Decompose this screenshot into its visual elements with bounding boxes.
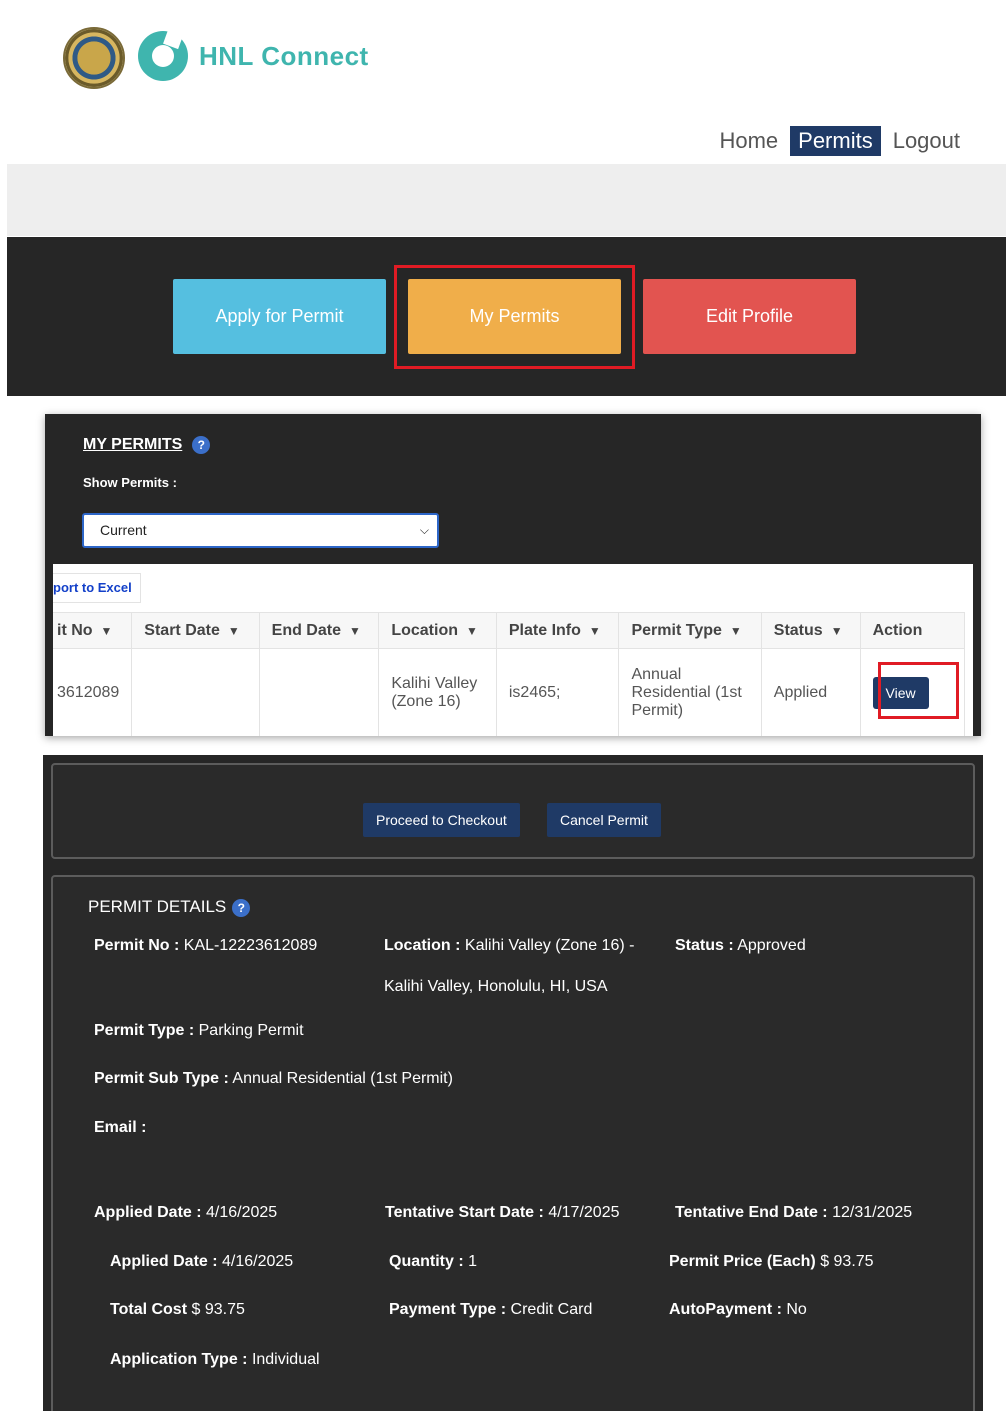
filter-icon: ▼ [729,623,742,638]
col-status[interactable]: Status ▼ [761,612,861,649]
proceed-to-checkout-button[interactable]: Proceed to Checkout [363,803,520,837]
chevron-down-icon: ⌵ [419,523,429,537]
my-permits-panel: MY PERMITS? Show Permits : Current ⌵ por… [45,414,981,736]
cell-plate-info: is2465; [496,648,620,736]
filter-icon: ▼ [348,623,361,638]
cell-start-date [131,648,260,736]
permit-details-panel: Proceed to Checkout Cancel Permit PERMIT… [43,755,983,1411]
field-permit-sub-type: Permit Sub Type : Annual Residential (1s… [94,1070,453,1087]
site-header: HNL Connect Home Permits Logout Apply fo… [7,7,1006,396]
field-autopayment: AutoPayment : No [669,1301,807,1318]
export-to-excel-button[interactable]: port to Excel [53,573,141,603]
nav-logout[interactable]: Logout [885,126,968,156]
my-permits-title: MY PERMITS? [83,436,211,454]
col-plate-info[interactable]: Plate Info ▼ [496,612,620,649]
help-icon[interactable]: ? [232,898,251,917]
filter-icon: ▼ [830,623,843,638]
apply-for-permit-button[interactable]: Apply for Permit [173,279,386,354]
field-location: Location : Kalihi Valley (Zone 16) - [384,937,635,954]
col-location[interactable]: Location ▼ [378,612,497,649]
highlight-box [878,662,959,719]
nav-permits[interactable]: Permits [790,126,881,156]
cell-location: Kalihi Valley (Zone 16) [378,648,497,736]
filter-icon: ▼ [100,623,113,638]
cell-end-date [259,648,380,736]
city-seal-logo [63,27,125,89]
table-row: 3612089 Kalihi Valley (Zone 16) is2465; … [53,648,966,736]
highlight-box [394,265,635,369]
field-total-cost: Total Cost $ 93.75 [110,1301,245,1318]
field-email: Email : [94,1119,147,1136]
filter-icon: ▼ [466,623,478,638]
field-application-type: Application Type : Individual [110,1351,320,1368]
field-status: Status : Approved [675,937,806,954]
field-permit-type: Permit Type : Parking Permit [94,1022,304,1039]
hnl-connect-logo-icon [138,24,188,81]
table-header-row: it No ▼ Start Date ▼ End Date ▼ Location ▼ P… [53,612,966,649]
permits-table-area: port to Excel it No ▼ Start Date ▼ End Dat… [53,564,973,736]
field-permit-no: Permit No : KAL-12223612089 [94,937,318,954]
field-tentative-end-date: Tentative End Date : 12/31/2025 [675,1204,913,1221]
header-band [7,164,1006,236]
filter-icon: ▼ [227,623,240,638]
checkout-card: Proceed to Checkout Cancel Permit [51,763,975,859]
permits-table: it No ▼ Start Date ▼ End Date ▼ Location ▼ P… [53,612,966,736]
field-location-line2: Kalihi Valley, Honolulu, HI, USA [384,978,608,995]
field-permit-price: Permit Price (Each) $ 93.75 [669,1253,874,1270]
field-quantity: Quantity : 1 [389,1253,478,1270]
field-tentative-start-date: Tentative Start Date : 4/17/2025 [385,1204,620,1221]
help-icon[interactable]: ? [192,436,211,454]
edit-profile-button[interactable]: Edit Profile [643,279,856,354]
brand-name: HNL Connect [199,41,369,71]
cell-permit-type: Annual Residential (1st Permit) [618,648,762,736]
show-permits-select[interactable]: Current ⌵ [82,513,439,548]
cell-permit-no: 3612089 [53,648,133,736]
filter-icon: ▼ [588,623,601,638]
cancel-permit-button[interactable]: Cancel Permit [547,803,661,837]
select-value: Current [100,522,147,538]
details-card: PERMIT DETAILS? Permit No : KAL-12223612… [51,875,975,1411]
nav-home[interactable]: Home [711,126,786,156]
col-permit-type[interactable]: Permit Type ▼ [618,612,762,649]
field-applied-date-2: Applied Date : 4/16/2025 [110,1253,294,1270]
action-bar: Apply for Permit My Permits Edit Profile [7,237,1006,396]
col-end-date[interactable]: End Date ▼ [259,612,380,649]
col-action: Action [860,612,966,649]
show-permits-label: Show Permits : [83,475,177,490]
main-nav: Home Permits Logout [711,126,968,156]
permit-details-title: PERMIT DETAILS? [88,897,251,917]
field-payment-type: Payment Type : Credit Card [389,1301,593,1318]
cell-status: Applied [761,648,861,736]
col-start-date[interactable]: Start Date ▼ [131,612,260,649]
col-permit-no[interactable]: it No ▼ [53,612,133,649]
field-applied-date: Applied Date : 4/16/2025 [94,1204,278,1221]
